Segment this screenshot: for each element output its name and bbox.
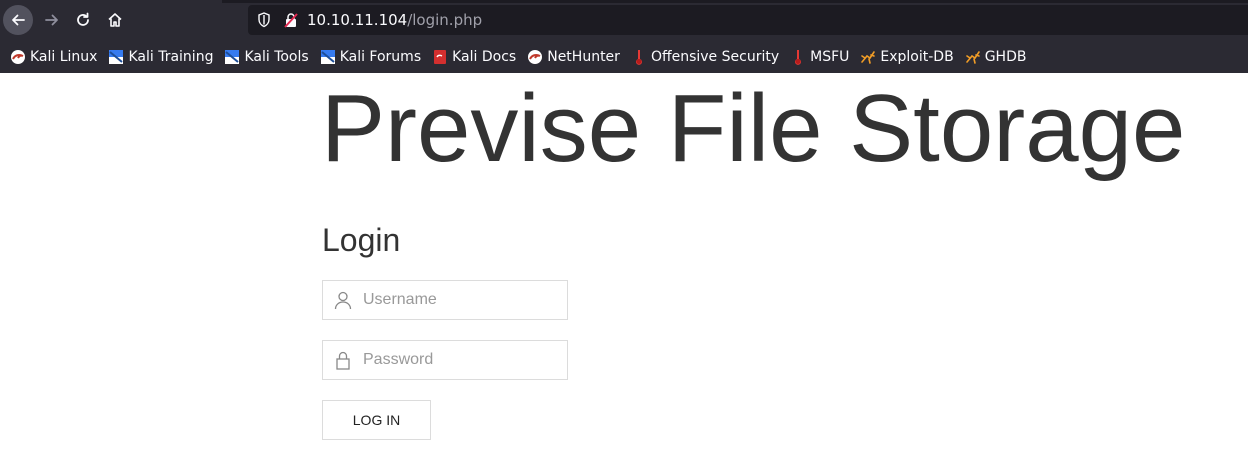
reload-icon <box>77 12 89 26</box>
bookmark-label: Kali Linux <box>30 48 98 65</box>
nethunter-icon <box>527 49 543 65</box>
bookmarks-toolbar: Kali Linux Kali Training Kali Tools Kali… <box>0 40 1248 73</box>
bookmark-label: NetHunter <box>547 48 620 65</box>
lock-icon <box>333 350 353 375</box>
kali-docs-icon <box>432 49 448 65</box>
url-host: 10.10.11.104 <box>307 11 408 29</box>
bookmark-label: Kali Forums <box>339 48 422 65</box>
bookmark-ghdb[interactable]: GHDB <box>965 40 1027 73</box>
bookmark-kali-forums[interactable]: Kali Forums <box>320 40 421 73</box>
ghdb-icon <box>965 49 981 65</box>
bookmark-label: Kali Training <box>128 48 214 65</box>
url-text[interactable]: 10.10.11.104/login.php <box>307 11 482 29</box>
bookmark-exploit-db[interactable]: Exploit-DB <box>860 40 954 73</box>
bookmark-kali-linux[interactable]: Kali Linux <box>10 40 97 73</box>
tab-strip <box>222 0 1248 3</box>
back-button[interactable] <box>3 5 33 35</box>
url-path: /login.php <box>407 11 483 29</box>
page-content: Previse File Storage Login LOG IN <box>0 73 1248 455</box>
forward-arrow-icon <box>45 14 58 26</box>
bookmark-offensive-security[interactable]: Offensive Security <box>631 40 779 73</box>
offsec-icon <box>631 49 647 65</box>
username-input[interactable] <box>363 281 563 319</box>
insecure-connection-lock-icon[interactable] <box>283 12 299 33</box>
tracking-protection-shield-icon[interactable] <box>257 12 271 33</box>
kali-tools-icon <box>224 49 240 65</box>
password-input[interactable] <box>363 341 563 379</box>
back-arrow-icon <box>12 14 25 26</box>
kali-training-icon <box>108 49 124 65</box>
home-button[interactable] <box>100 5 130 35</box>
msfu-icon <box>790 49 806 65</box>
user-icon <box>333 290 353 315</box>
bookmark-label: Kali Tools <box>244 48 309 65</box>
kali-icon <box>10 49 26 65</box>
url-bar[interactable]: 10.10.11.104/login.php <box>248 5 1248 35</box>
site-title: Previse File Storage <box>321 75 1186 182</box>
bookmark-kali-docs[interactable]: Kali Docs <box>432 40 516 73</box>
username-field[interactable] <box>322 280 568 320</box>
login-button-label: LOG IN <box>352 412 401 428</box>
bookmark-nethunter[interactable]: NetHunter <box>527 40 620 73</box>
home-icon <box>108 13 122 27</box>
reload-button[interactable] <box>68 5 98 35</box>
browser-toolbar: 10.10.11.104/login.php <box>0 0 1248 40</box>
bookmark-label: Exploit-DB <box>880 48 954 65</box>
login-heading: Login <box>322 222 401 258</box>
bookmark-label: Kali Docs <box>452 48 517 65</box>
kali-forums-icon <box>320 49 336 65</box>
bookmark-label: MSFU <box>810 48 850 65</box>
bookmark-label: Offensive Security <box>650 48 780 65</box>
bookmark-label: GHDB <box>984 48 1027 65</box>
bookmark-msfu[interactable]: MSFU <box>790 40 849 73</box>
bookmark-kali-training[interactable]: Kali Training <box>108 40 213 73</box>
forward-button[interactable] <box>37 5 67 35</box>
login-button[interactable]: LOG IN <box>322 400 431 440</box>
exploit-db-icon <box>860 49 876 65</box>
bookmark-kali-tools[interactable]: Kali Tools <box>224 40 309 73</box>
password-field[interactable] <box>322 340 568 380</box>
